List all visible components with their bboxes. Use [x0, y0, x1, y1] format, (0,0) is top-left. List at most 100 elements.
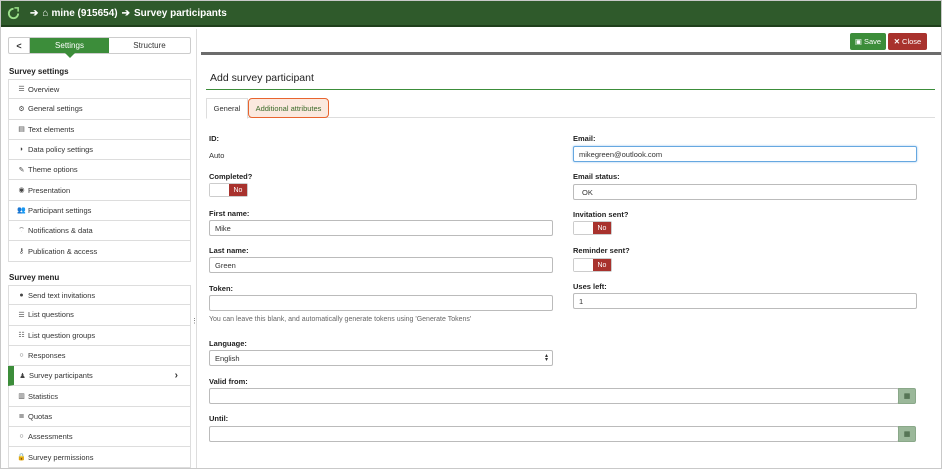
breadcrumb-arrow-icon: ➔ — [121, 7, 130, 19]
save-icon: ▣ — [854, 37, 862, 46]
sidebar: < Settings Structure Survey settings ☰ Ov… — [1, 29, 198, 468]
emailstatus-field[interactable]: OK — [573, 184, 917, 200]
tasks-icon: ≣ — [18, 413, 25, 421]
sidebar-item-label: Data policy settings — [28, 145, 94, 155]
app-window: ➔ ⌂ mine (915654) ➔ Survey participants … — [0, 0, 942, 469]
tab-structure[interactable]: Structure — [109, 38, 190, 53]
home-icon[interactable]: ⌂ — [42, 8, 48, 19]
sidebar-tabs: < Settings Structure — [8, 37, 191, 58]
usesleft-field[interactable]: 1 — [573, 293, 917, 309]
sidebar-item-send-invitations[interactable]: ● Send text invitations — [8, 285, 191, 306]
breadcrumb-page: Survey participants — [133, 7, 227, 19]
user-icon: ♟ — [19, 372, 26, 380]
comment-o-icon: ○ — [19, 433, 24, 441]
select-arrows-icon: ▴ ▾ — [544, 353, 548, 363]
completed-label: Completed? — [209, 172, 253, 181]
sidebar-collapse-button[interactable]: < — [9, 38, 30, 53]
shield-icon: ◗ — [19, 146, 24, 154]
email-label: Email: — [573, 134, 596, 143]
toggle-state: No — [228, 184, 247, 196]
chevron-right-icon: › — [174, 370, 178, 382]
lastname-label: Last name: — [209, 246, 249, 255]
users-icon: 👥 — [17, 207, 26, 215]
sidebar-item-survey-permissions[interactable]: 🔒 Survey permissions — [8, 447, 191, 468]
firstname-field[interactable]: Mike — [209, 220, 553, 236]
sidebar-item-label: General settings — [28, 104, 83, 114]
comment-o-icon: ○ — [19, 352, 24, 360]
sidebar-item-theme-options[interactable]: ✎ Theme options — [8, 160, 191, 181]
invitation-toggle[interactable]: No — [573, 221, 612, 235]
reminder-toggle[interactable]: No — [573, 258, 612, 272]
validfrom-field[interactable] — [209, 388, 899, 404]
save-button[interactable]: ▣ Save — [850, 33, 886, 50]
sidebar-item-label: Send text invitations — [28, 290, 96, 300]
limesurvey-logo-icon[interactable] — [7, 6, 20, 20]
settings-menu: ☰ Overview ⚙ General settings ▤ Text elemen… — [8, 79, 191, 262]
close-button[interactable]: ✕ Close — [888, 33, 927, 50]
sidebar-item-quotas[interactable]: ≣ Quotas — [8, 406, 191, 428]
key-icon: ⚷ — [18, 248, 25, 256]
sidebar-item-general-settings[interactable]: ⚙ General settings — [8, 99, 191, 120]
breadcrumb-survey[interactable]: mine (915654) — [51, 8, 117, 19]
close-icon: ✕ — [893, 37, 901, 46]
sidebar-item-notifications[interactable]: ⌔ Notifications & data — [8, 221, 191, 242]
validfrom-label: Valid from: — [209, 377, 248, 386]
toggle-state: No — [592, 222, 611, 234]
toggle-state: No — [592, 259, 611, 271]
breadcrumb-arrow-icon: ➔ — [30, 7, 39, 19]
feed-icon: ⌔ — [18, 227, 25, 235]
survey-settings-heading: Survey settings — [9, 67, 69, 76]
email-field[interactable]: mikegreen@outlook.com — [573, 146, 917, 162]
sidebar-item-label: Participant settings — [28, 205, 92, 215]
sidebar-item-text-elements[interactable]: ▤ Text elements — [8, 119, 191, 140]
id-label: ID: — [209, 134, 219, 143]
lock-icon: 🔒 — [17, 454, 26, 462]
token-label: Token: — [209, 284, 234, 293]
language-select[interactable]: English ▴ ▾ — [209, 350, 553, 366]
cogs-icon: ⚙ — [18, 105, 25, 113]
sidebar-item-presentation[interactable]: ◉ Presentation — [8, 180, 191, 201]
sidebar-item-label: Notifications & data — [28, 226, 93, 236]
sidebar-item-list-question-groups[interactable]: ☷ List question groups — [8, 325, 191, 346]
toggle-handle — [574, 222, 593, 234]
sidebar-item-label: List questions — [28, 310, 74, 320]
sidebar-item-label: Survey participants — [29, 371, 93, 381]
calendar-icon[interactable]: ▦ — [898, 388, 916, 404]
emailstatus-label: Email status: — [573, 172, 620, 181]
sidebar-item-data-policy[interactable]: ◗ Data policy settings — [8, 139, 191, 161]
sidebar-item-label: Statistics — [28, 391, 59, 401]
top-navbar: ➔ ⌂ mine (915654) ➔ Survey participants — [1, 1, 941, 27]
sidebar-item-responses[interactable]: ○ Responses — [8, 345, 191, 367]
save-label: Save — [863, 37, 882, 46]
survey-menu-heading: Survey menu — [9, 273, 60, 282]
token-help-text: You can leave this blank, and automatica… — [209, 316, 472, 323]
sidebar-item-statistics[interactable]: ▥ Statistics — [8, 386, 191, 407]
sidebar-item-assessments[interactable]: ○ Assessments — [8, 427, 191, 448]
tab-additional-attributes[interactable]: Additional attributes — [248, 98, 329, 118]
page-title: Add survey participant — [210, 72, 314, 84]
id-value: Auto — [209, 151, 225, 160]
until-field[interactable] — [209, 426, 899, 442]
firstname-label: First name: — [209, 209, 250, 218]
paint-brush-icon: ✎ — [18, 166, 25, 174]
tab-general[interactable]: General — [206, 98, 248, 119]
calendar-icon[interactable]: ▦ — [898, 426, 916, 442]
sidebar-item-overview[interactable]: ☰ Overview — [8, 79, 191, 100]
sidebar-resize-handle[interactable]: ⋮ — [191, 317, 198, 325]
survey-menu: ● Send text invitations ☰ List questions ☷… — [8, 285, 191, 468]
sidebar-item-participant-settings[interactable]: 👥 Participant settings — [8, 200, 191, 222]
tab-settings[interactable]: Settings — [30, 38, 109, 58]
lastname-field[interactable]: Green — [209, 257, 553, 273]
sidebar-item-label: List question groups — [28, 330, 96, 340]
token-field[interactable] — [209, 295, 553, 311]
sidebar-item-label: Text elements — [28, 124, 75, 134]
sidebar-item-label: Survey permissions — [28, 452, 94, 462]
sidebar-item-list-questions[interactable]: ☰ List questions — [8, 305, 191, 326]
completed-toggle[interactable]: No — [209, 183, 248, 197]
language-label: Language: — [209, 339, 247, 348]
toolbar-divider — [201, 52, 941, 55]
sidebar-item-publication[interactable]: ⚷ Publication & access — [8, 241, 191, 262]
bar-chart-icon: ▥ — [18, 393, 25, 401]
list-icon: ☰ — [18, 86, 25, 94]
sidebar-item-survey-participants[interactable]: ♟ Survey participants › — [8, 366, 191, 387]
